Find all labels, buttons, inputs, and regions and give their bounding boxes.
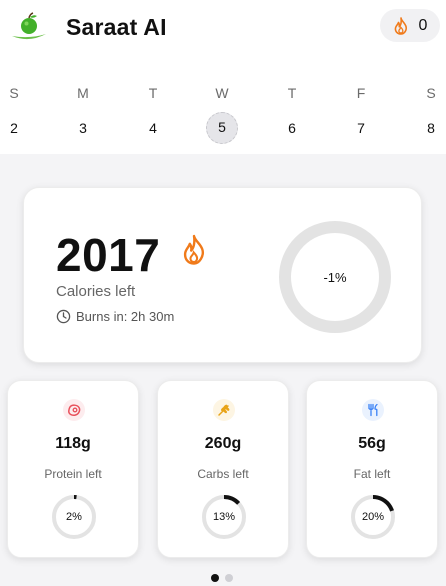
- day-number: 7: [357, 120, 365, 136]
- day-number: 6: [288, 120, 296, 136]
- carbs-value: 260g: [204, 435, 242, 452]
- day-letter: W: [215, 85, 229, 101]
- app-title: Saraat AI: [66, 14, 167, 40]
- day-number: 2: [10, 120, 18, 136]
- protein-percent: 2%: [66, 511, 82, 523]
- week-strip: S2M3T4W5T6F7S8: [0, 84, 446, 144]
- day-4[interactable]: T6: [275, 84, 309, 144]
- day-1[interactable]: M3: [66, 84, 100, 144]
- day-2[interactable]: T4: [136, 84, 170, 144]
- calories-value: 2017: [56, 229, 161, 281]
- page-dot-1[interactable]: [225, 574, 233, 582]
- clock-icon: [56, 309, 71, 324]
- day-6[interactable]: S8: [414, 84, 446, 144]
- calories-card[interactable]: 2017 Calories left Burns in: 2h 30m -1%: [23, 187, 422, 363]
- carbs-label: Carbs left: [197, 467, 249, 481]
- utensils-icon: [368, 403, 378, 417]
- calories-left-label: Calories left: [56, 283, 136, 300]
- steak-icon: [68, 404, 81, 416]
- fat-label: Fat left: [353, 467, 391, 481]
- fat-value: 56g: [358, 435, 386, 452]
- protein-value: 118g: [55, 435, 91, 452]
- fat-card[interactable]: 56g Fat left 20%: [306, 380, 438, 558]
- day-number: 3: [79, 120, 87, 136]
- flame-icon: [183, 234, 204, 265]
- protein-icon-badge: [63, 399, 85, 421]
- page-dot-0[interactable]: [211, 574, 219, 582]
- carbs-card[interactable]: 260g Carbs left 13%: [157, 380, 289, 558]
- protein-label: Protein left: [44, 467, 102, 481]
- streak-count: 0: [418, 16, 428, 34]
- apple-icon: [12, 12, 46, 40]
- protein-card[interactable]: 118g Protein left 2%: [7, 380, 139, 558]
- day-letter: S: [426, 85, 436, 101]
- day-letter: T: [287, 85, 297, 101]
- flame-icon: [394, 16, 407, 35]
- app-header: Saraat AI 0: [0, 0, 446, 56]
- carbs-percent: 13%: [212, 511, 236, 523]
- day-3[interactable]: W5: [205, 84, 239, 144]
- day-letter: T: [148, 85, 158, 101]
- day-5[interactable]: F7: [344, 84, 378, 144]
- fat-icon-badge: [362, 399, 384, 421]
- burn-time: Burns in: 2h 30m: [56, 309, 174, 324]
- day-number: 5: [206, 112, 238, 144]
- streak-button[interactable]: 0: [380, 9, 440, 42]
- day-number: 4: [149, 120, 157, 136]
- day-0[interactable]: S2: [0, 84, 31, 144]
- day-number: 8: [427, 120, 435, 136]
- top-section: Saraat AI 0 S2M3T4W5T6F7S8: [0, 0, 446, 154]
- burn-time-text: Burns in: 2h 30m: [76, 309, 175, 324]
- day-letter: F: [356, 85, 366, 101]
- fat-percent: 20%: [361, 511, 385, 523]
- page-indicator: [211, 574, 233, 582]
- day-letter: M: [77, 85, 89, 101]
- wheat-icon: [218, 404, 230, 416]
- day-letter: S: [9, 85, 19, 101]
- carbs-icon-badge: [213, 399, 235, 421]
- calories-progress-label: -1%: [323, 269, 347, 285]
